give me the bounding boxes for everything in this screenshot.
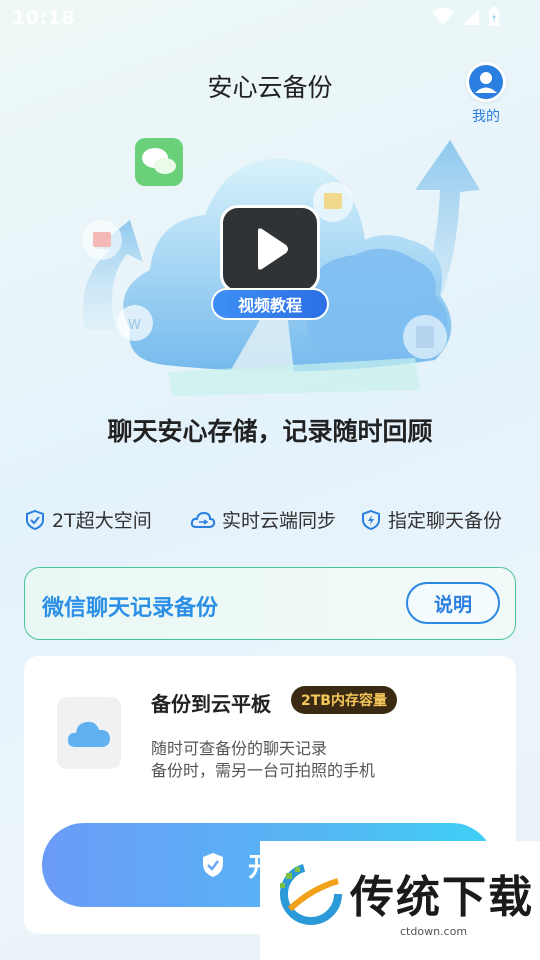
capacity-badge: 2TB内存容量: [291, 686, 397, 714]
svg-text:W: W: [128, 318, 141, 333]
battery-icon: [489, 7, 499, 26]
watermark-url: ctdown.com: [400, 925, 468, 938]
wifi-icon: [432, 8, 454, 25]
cloud-icon: [67, 721, 110, 747]
card-title: 备份到云平板: [151, 692, 271, 716]
image-file-icon: [82, 220, 122, 260]
status-bar: 10:18: [0, 0, 540, 36]
page-title: 安心云备份: [207, 73, 333, 102]
feature-item: 实时云端同步: [190, 506, 336, 533]
watermark-text: 传统下载: [350, 872, 534, 923]
user-icon: [469, 65, 503, 99]
status-icons: [432, 7, 500, 27]
feature-item: 指定聊天备份: [360, 506, 502, 533]
feature-label: 实时云端同步: [222, 510, 337, 532]
cloud-sync-icon: [190, 511, 216, 528]
photo-file-icon: [313, 182, 353, 222]
ctdown-logo-icon: [280, 863, 342, 925]
cloud-tablet-tile: [57, 697, 121, 769]
watermark: 传统下载 ctdown.com: [260, 841, 540, 960]
profile-label: 我的: [472, 109, 500, 125]
shield-check-icon: [203, 853, 223, 877]
signal-icon: [463, 9, 479, 25]
zip-file-icon: [403, 315, 447, 359]
feature-label: 指定聊天备份: [388, 510, 503, 532]
avatar[interactable]: [466, 62, 506, 102]
feature-list: 2T超大空间 实时云端同步 指定聊天备份: [0, 506, 540, 534]
shield-check-icon: [26, 509, 44, 530]
word-file-icon: W: [117, 305, 153, 341]
wechat-app-icon: [135, 138, 183, 186]
feature-label: 2T超大空间: [52, 510, 152, 532]
video-tutorial-label[interactable]: 视频教程: [211, 288, 329, 320]
profile-button[interactable]: 我的: [464, 62, 508, 126]
video-tutorial-button[interactable]: [220, 205, 320, 293]
explain-button[interactable]: 说明: [406, 582, 500, 624]
card-desc-1: 随时可查备份的聊天记录: [151, 739, 328, 758]
card-desc-2: 备份时，需另一台可拍照的手机: [151, 761, 376, 780]
wechat-backup-banner[interactable]: 微信聊天记录备份 说明: [24, 567, 516, 640]
headline: 聊天安心存储，记录随时回顾: [107, 417, 433, 446]
bolt-shield-icon: [362, 509, 380, 530]
banner-title: 微信聊天记录备份: [42, 596, 219, 621]
play-icon: [258, 228, 288, 270]
status-time: 10:18: [12, 7, 75, 29]
feature-item: 2T超大空间: [24, 506, 152, 533]
